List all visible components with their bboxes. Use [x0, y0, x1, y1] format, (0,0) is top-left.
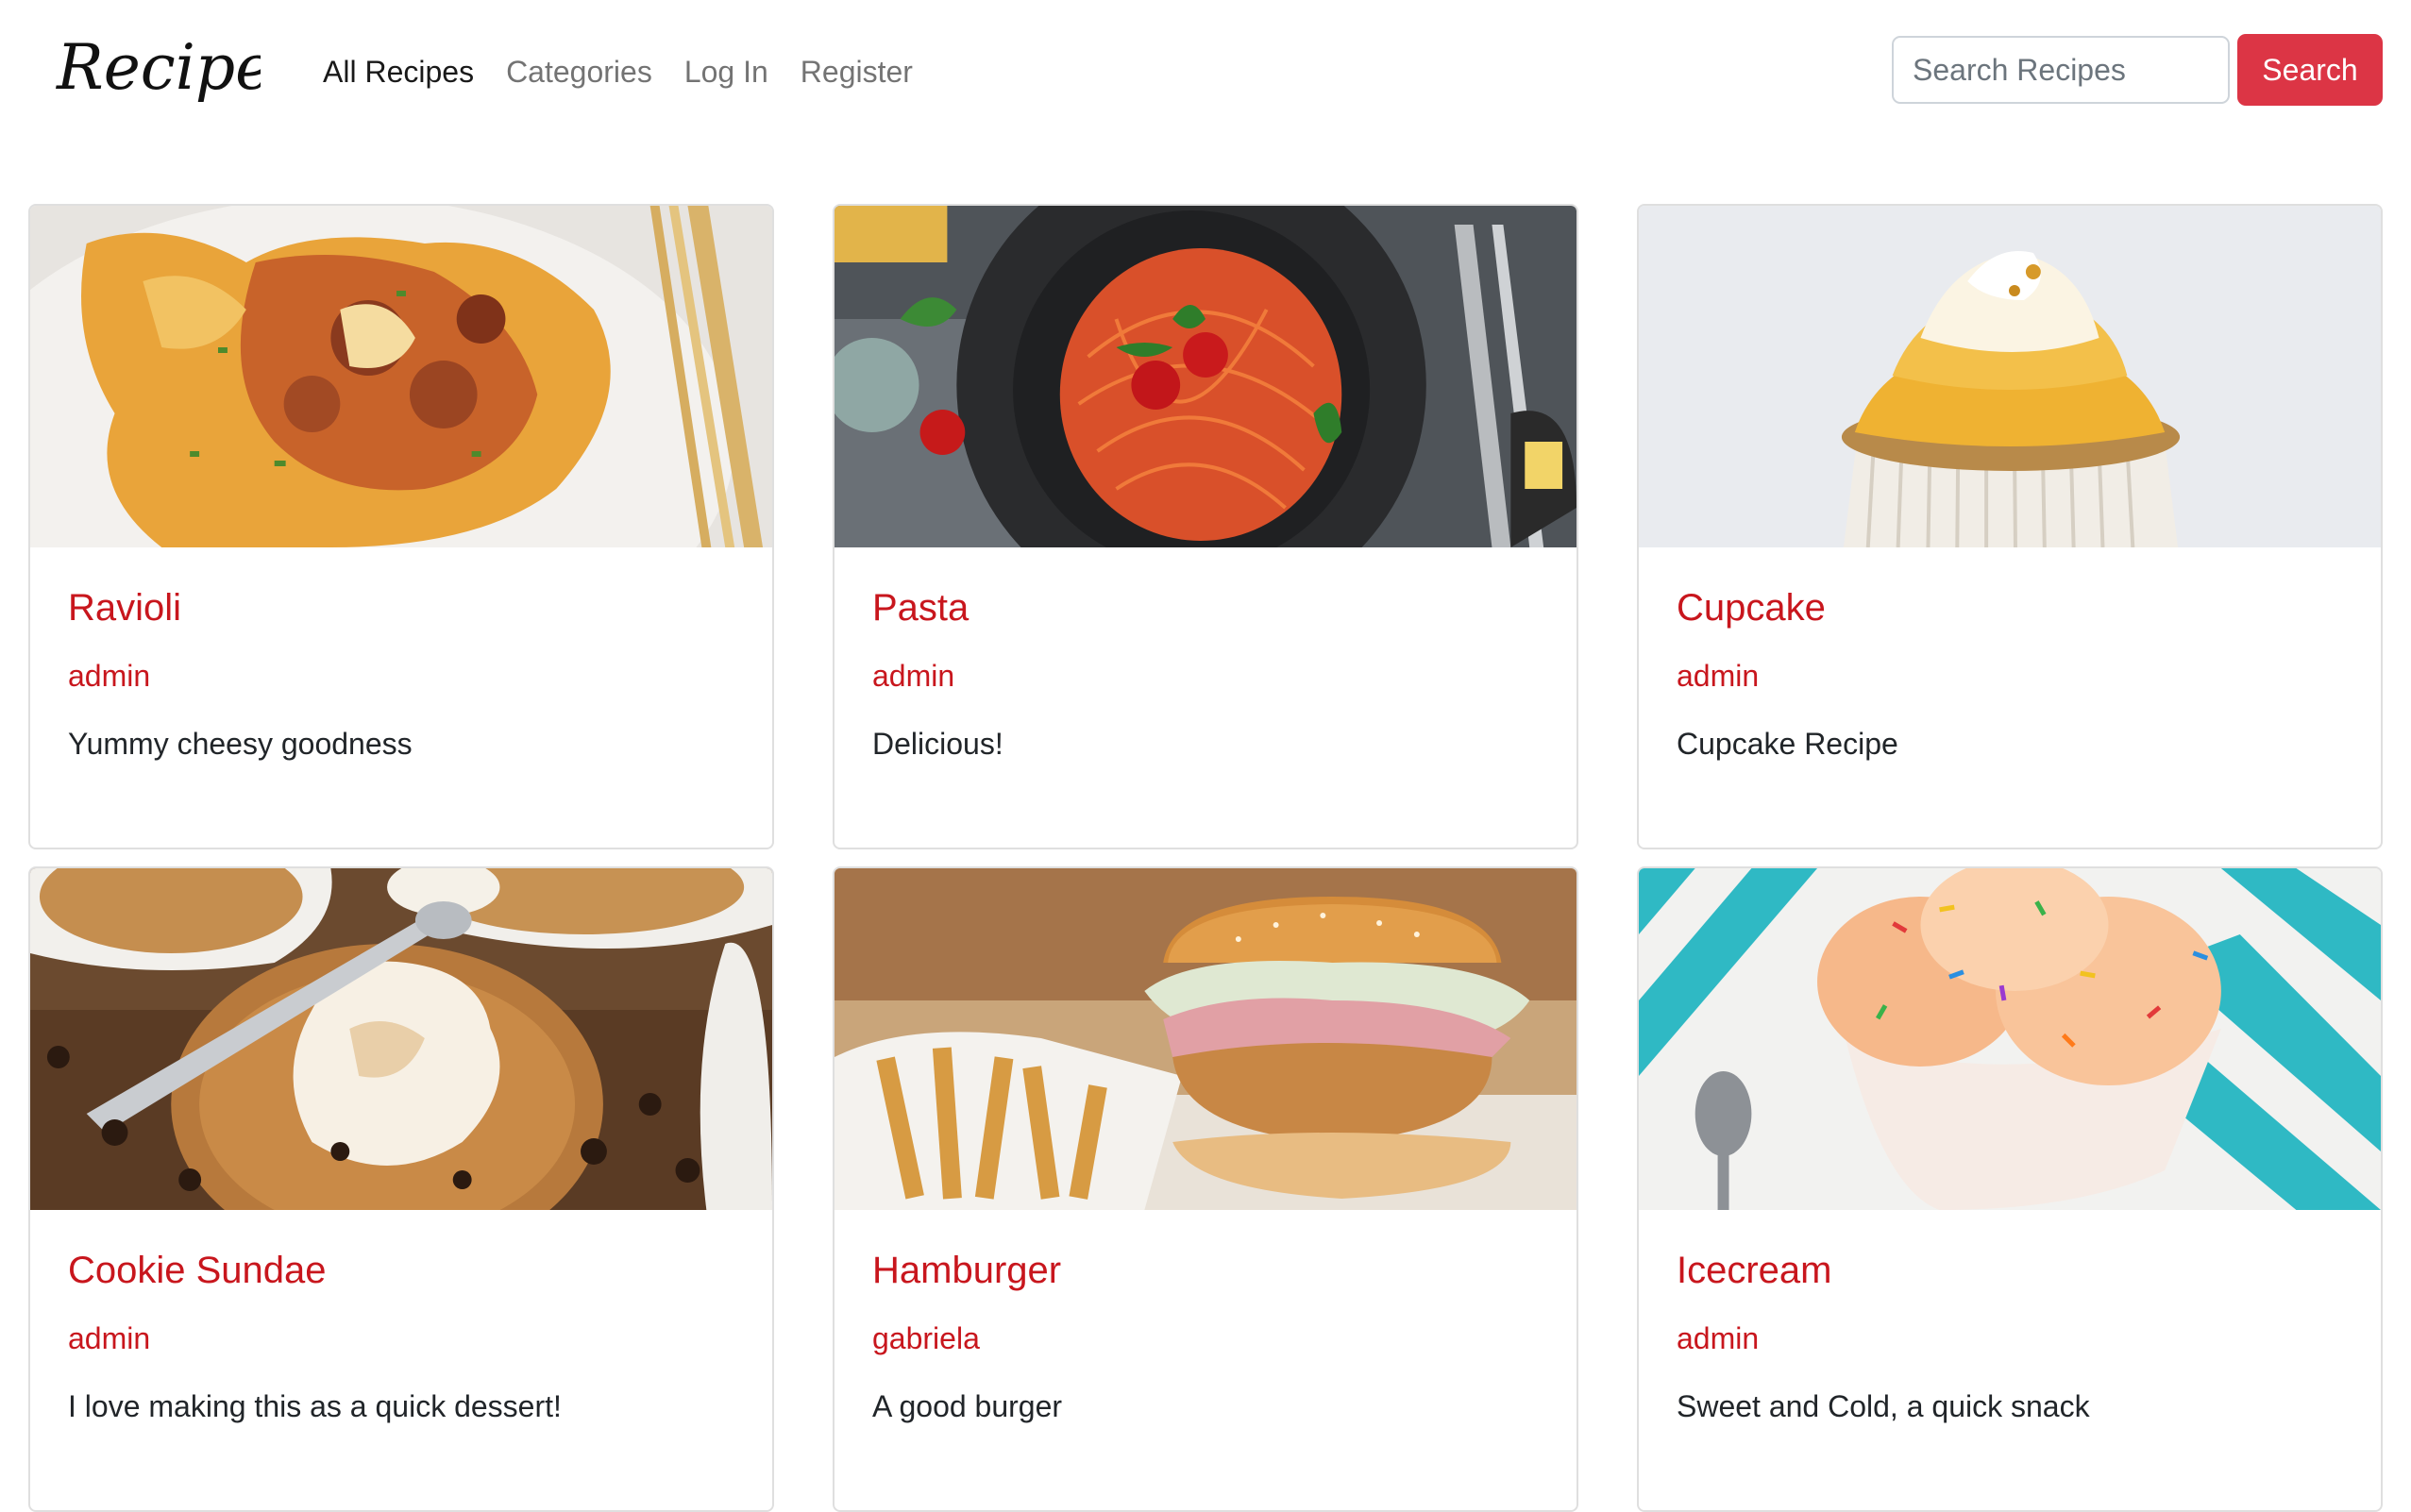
pasta-image[interactable] [835, 206, 1576, 547]
recipe-card[interactable]: Cupcake admin Cupcake Recipe [1637, 204, 2383, 849]
cupcake-image[interactable] [1639, 206, 2381, 547]
nav-log-in[interactable]: Log In [684, 49, 768, 94]
recipe-grid: Ravioli admin Yummy cheesy goodness Past… [28, 204, 2383, 1512]
recipe-author[interactable]: admin [68, 1321, 150, 1356]
recipe-card[interactable]: Hamburger gabriela A good burger [833, 866, 1578, 1512]
nav-links: All Recipes Categories Log In Register [323, 49, 913, 94]
recipe-description: Yummy cheesy goodness [68, 727, 413, 761]
nav-register[interactable]: Register [801, 49, 913, 94]
recipe-card[interactable]: Pasta admin Delicious! [833, 204, 1578, 849]
nav-all-recipes[interactable]: All Recipes [323, 49, 474, 94]
recipe-author[interactable]: admin [68, 659, 150, 694]
search-input[interactable] [1892, 36, 2230, 104]
recipe-title[interactable]: Pasta [872, 587, 969, 630]
recipe-card[interactable]: Ravioli admin Yummy cheesy goodness [28, 204, 774, 849]
recipe-description: Sweet and Cold, a quick snack [1677, 1389, 2090, 1423]
svg-text:Recipeas: Recipeas [56, 31, 261, 104]
recipe-author[interactable]: admin [1677, 659, 1759, 694]
recipe-title[interactable]: Hamburger [872, 1250, 1061, 1292]
nav-categories[interactable]: Categories [506, 49, 652, 94]
recipe-title[interactable]: Icecream [1677, 1250, 1832, 1292]
recipe-author[interactable]: admin [872, 659, 954, 694]
cookie-sundae-image[interactable] [30, 868, 772, 1210]
recipe-title[interactable]: Cupcake [1677, 587, 1826, 630]
recipe-card[interactable]: Cookie Sundae admin I love making this a… [28, 866, 774, 1512]
recipe-author[interactable]: admin [1677, 1321, 1759, 1356]
recipe-title[interactable]: Cookie Sundae [68, 1250, 327, 1292]
hamburger-image[interactable] [835, 868, 1576, 1210]
recipe-description: Cupcake Recipe [1677, 727, 1898, 761]
recipe-title[interactable]: Ravioli [68, 587, 181, 630]
brand-logo[interactable]: Recipeas [53, 21, 341, 125]
navbar: Recipeas All Recipes Categories Log In R… [0, 0, 2411, 144]
recipe-card[interactable]: Icecream admin Sweet and Cold, a quick s… [1637, 866, 2383, 1512]
recipeas-logo-icon: Recipeas [56, 31, 341, 104]
search-form: Search [1892, 34, 2383, 106]
recipe-description: I love making this as a quick dessert! [68, 1389, 562, 1423]
recipe-description: A good burger [872, 1389, 1063, 1423]
recipe-author[interactable]: gabriela [872, 1321, 980, 1356]
icecream-image[interactable] [1639, 868, 2381, 1210]
recipe-description: Delicious! [872, 727, 1003, 761]
ravioli-image[interactable] [30, 206, 772, 547]
search-button[interactable]: Search [2237, 34, 2383, 106]
